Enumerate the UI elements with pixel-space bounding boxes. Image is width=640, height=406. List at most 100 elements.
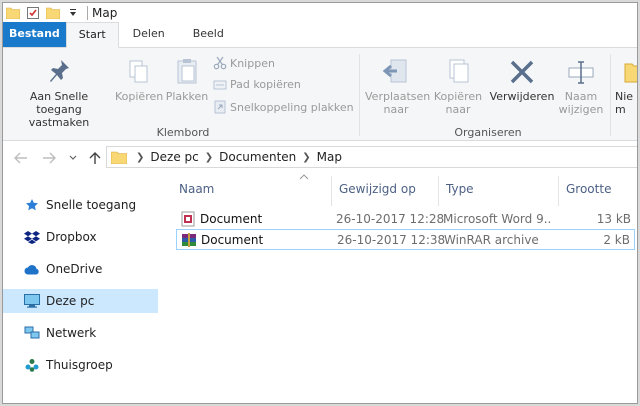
sidebar-item-netwerk[interactable]: Netwerk — [3, 321, 158, 345]
copy-to-label-line2: naar — [445, 103, 471, 116]
delete-button[interactable]: Verwijderen — [489, 58, 555, 103]
move-to-button[interactable]: Verplaatsen naar — [365, 58, 431, 116]
pin-to-quick-access-button[interactable]: Aan Snelle toegang vastmaken — [7, 58, 111, 129]
move-to-label-line2: naar — [383, 103, 409, 116]
computer-icon — [23, 293, 41, 309]
file-name: Document — [201, 232, 264, 247]
sidebar-item-onedrive[interactable]: OneDrive — [3, 257, 158, 281]
sidebar-item-label: Snelle toegang — [46, 198, 137, 212]
breadcrumb-separator-icon[interactable]: ❯ — [205, 152, 213, 163]
sidebar-item-dropbox[interactable]: Dropbox — [3, 225, 158, 249]
breadcrumb-documenten[interactable]: Documenten — [219, 150, 296, 164]
pin-label-line2: vastmaken — [28, 116, 90, 129]
sidebar-item-thuisgroep[interactable]: Thuisgroep — [3, 353, 158, 377]
breadcrumb-deze-pc[interactable]: Deze pc — [150, 150, 198, 164]
paste-label: Plakken — [165, 90, 209, 103]
network-icon — [23, 325, 41, 341]
breadcrumb-separator-icon[interactable]: ❯ — [302, 152, 310, 163]
star-icon — [23, 197, 41, 213]
navigation-pane: Snelle toegang Dropbox OneDrive Deze pc … — [3, 172, 158, 403]
copy-to-button[interactable]: Kopiëren naar — [429, 58, 487, 116]
explorer-window: Map Bestand Start Delen Beeld Aan Snelle… — [2, 2, 638, 404]
file-size: 13 kB — [596, 211, 631, 226]
column-header-type[interactable]: Type — [440, 172, 558, 206]
back-arrow-icon[interactable] — [13, 150, 29, 166]
rename-button[interactable]: Naam wijzigen — [556, 58, 606, 116]
tab-delen[interactable]: Delen — [119, 22, 179, 47]
cloud-icon — [23, 261, 41, 277]
ribbon-group-divider — [610, 54, 611, 136]
move-to-label-line1: Verplaatsen — [365, 90, 431, 103]
title-bar: Map — [3, 3, 637, 23]
column-header-size[interactable]: Grootte — [560, 172, 635, 206]
tab-bestand[interactable]: Bestand — [3, 22, 66, 47]
properties-icon[interactable] — [25, 5, 41, 21]
pin-label-line1: Aan Snelle toegang — [29, 90, 89, 116]
copy-button[interactable]: Kopiëren — [115, 58, 163, 103]
sidebar-item-label: Netwerk — [46, 326, 97, 340]
new-folder-icon[interactable] — [45, 5, 61, 21]
homegroup-icon — [23, 357, 41, 373]
file-modified: 26-10-2017 12:38 — [337, 232, 446, 247]
delete-label: Verwijderen — [489, 90, 555, 103]
paste-button[interactable]: Plakken — [165, 58, 209, 103]
copy-to-icon — [449, 59, 469, 83]
sidebar-item-label: Deze pc — [46, 294, 95, 308]
file-modified: 26-10-2017 12:28 — [336, 211, 445, 226]
breadcrumb-map[interactable]: Map — [317, 150, 342, 164]
ribbon: Aan Snelle toegang vastmaken Kopiëren Pl… — [3, 48, 637, 141]
file-list: Naam Gewijzigd op Type Grootte Document … — [159, 172, 637, 403]
delete-icon — [510, 60, 534, 84]
organize-group-label: Organiseren — [454, 126, 522, 139]
copy-label: Kopiëren — [115, 90, 164, 103]
column-divider[interactable] — [558, 176, 559, 206]
sidebar-item-deze-pc[interactable]: Deze pc — [3, 289, 158, 313]
column-divider[interactable] — [331, 176, 332, 206]
rename-label-line1: Naam — [564, 90, 598, 103]
copy-icon — [129, 60, 148, 83]
pin-icon — [50, 60, 69, 82]
paste-icon — [177, 59, 197, 84]
paste-shortcut-button[interactable]: Snelkoppeling plakken — [213, 100, 354, 114]
window-title: Map — [92, 6, 118, 20]
up-arrow-icon[interactable] — [87, 150, 103, 166]
sidebar-item-label: Dropbox — [46, 230, 97, 244]
new-folder-icon — [624, 63, 637, 83]
copy-path-icon — [213, 80, 227, 89]
move-to-icon — [382, 59, 407, 83]
navigation-bar: ❯ Deze pc ❯ Documenten ❯ Map — [3, 142, 637, 172]
tab-start[interactable]: Start — [65, 22, 119, 48]
dropbox-icon — [23, 229, 41, 245]
column-divider[interactable] — [438, 176, 439, 206]
file-name-cell: Document — [180, 211, 262, 227]
copy-path-label: Pad kopiëren — [230, 78, 301, 91]
tab-beeld[interactable]: Beeld — [179, 22, 238, 47]
new-folder-label-line1: Nie — [615, 90, 634, 103]
rename-icon — [568, 61, 594, 84]
file-row[interactable]: Document 26-10-2017 12:38 WinRAR archive… — [176, 229, 635, 250]
breadcrumb-separator-icon[interactable]: ❯ — [136, 152, 144, 163]
forward-arrow-icon[interactable] — [41, 150, 57, 166]
sidebar-item-label: OneDrive — [46, 262, 103, 276]
recent-locations-chevron-icon[interactable] — [65, 150, 81, 166]
sidebar-item-snelle-toegang[interactable]: Snelle toegang — [3, 193, 158, 217]
customize-qat-icon[interactable] — [65, 5, 81, 21]
file-type: WinRAR archive — [444, 232, 539, 247]
winrar-archive-icon — [182, 232, 196, 247]
column-header-modified[interactable]: Gewijzigd op — [333, 172, 439, 206]
folder-icon — [111, 151, 127, 164]
cut-button[interactable]: Knippen — [213, 56, 275, 70]
address-bar[interactable]: ❯ Deze pc ❯ Documenten ❯ Map — [106, 146, 637, 168]
scissors-icon — [213, 56, 227, 70]
column-header-name[interactable]: Naam — [173, 172, 331, 206]
folder-icon[interactable] — [5, 5, 21, 21]
file-size: 2 kB — [603, 232, 630, 247]
clipboard-group-label: Klembord — [156, 126, 210, 139]
ribbon-tabs: Bestand Start Delen Beeld — [3, 22, 637, 48]
cut-label: Knippen — [230, 56, 275, 70]
file-name-cell: Document — [181, 232, 263, 248]
file-row[interactable]: Document 26-10-2017 12:28 Microsoft Word… — [176, 208, 635, 229]
copy-path-button[interactable]: Pad kopiëren — [213, 78, 301, 91]
new-folder-button[interactable]: Nie m — [615, 58, 637, 116]
word-document-icon — [181, 211, 195, 226]
